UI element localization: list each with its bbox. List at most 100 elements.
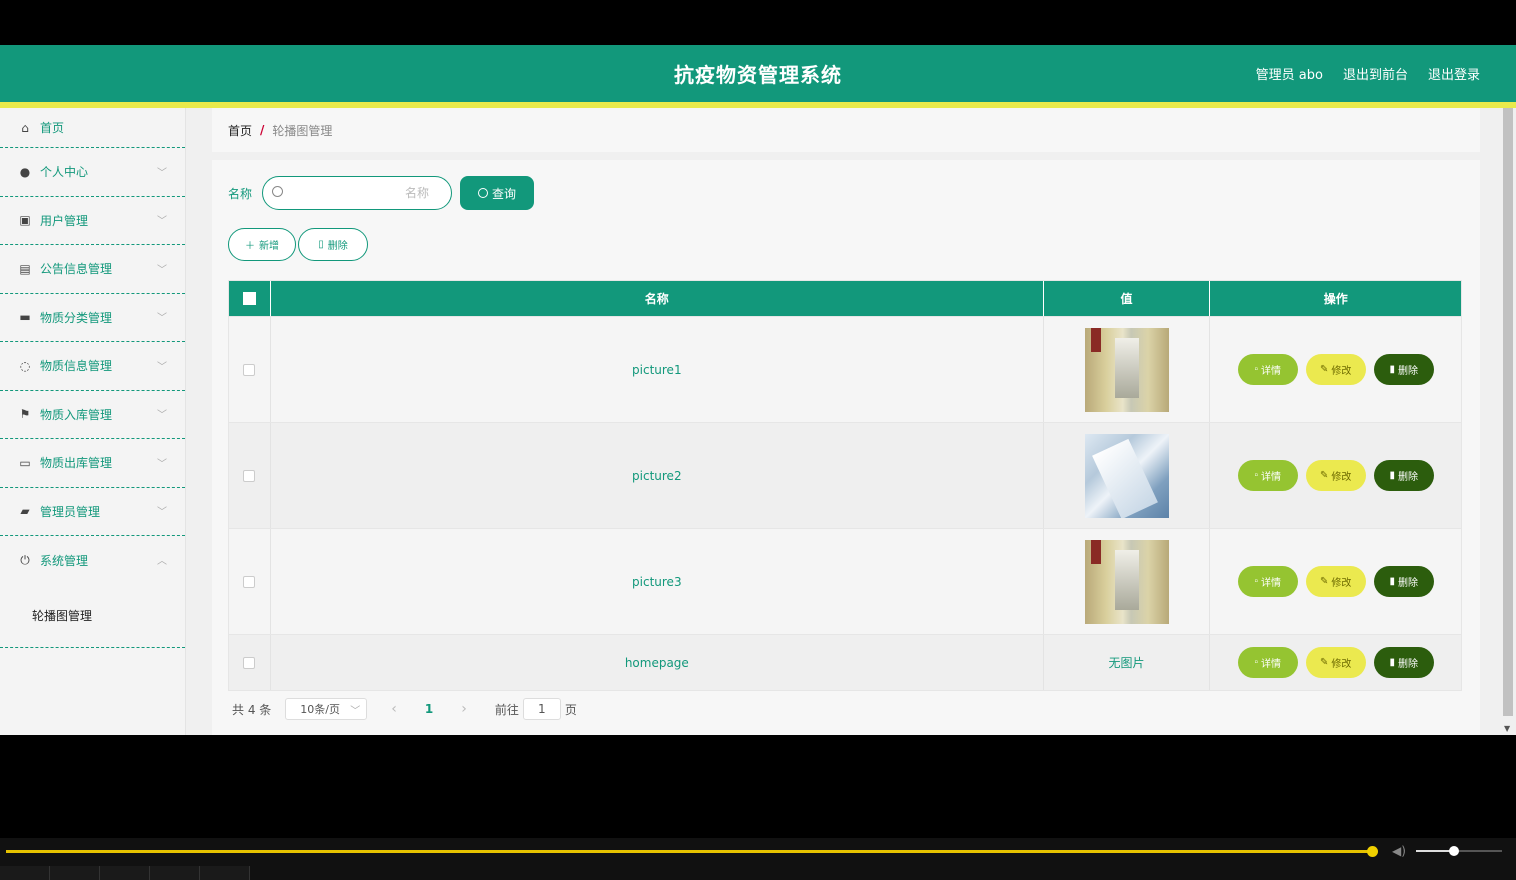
sidebar-item-admins[interactable]: ▰ 管理员管理 ﹀ (0, 488, 185, 536)
value-cell (1044, 423, 1211, 528)
sidebar-item-home[interactable]: ⌂ 首页 (0, 108, 185, 148)
query-button-label: 查询 (492, 186, 517, 201)
row-ops: ▫ 详情 ✎ 修改 ▮ 删除 (1237, 354, 1434, 385)
search-input[interactable] (289, 183, 430, 203)
next-page-icon[interactable]: › (461, 701, 467, 717)
admin-label[interactable]: 管理员 abo (1256, 64, 1323, 83)
playback-knob[interactable] (1367, 846, 1378, 857)
add-button-label: 新增 (259, 241, 279, 252)
taskbar-slot (50, 866, 100, 880)
sidebar-item-users[interactable]: ▣ 用户管理 ﹀ (0, 197, 185, 245)
page-size-select[interactable]: 10条/页 ﹀ (285, 698, 368, 720)
thumbnail-image[interactable] (1084, 539, 1169, 624)
search-row: 名称 查询 (228, 176, 535, 210)
delete-button[interactable]: ▮ 删除 (1373, 460, 1434, 491)
sidebar: ⌂ 首页 ● 个人中心 ﹀ ▣ 用户管理 ﹀ ▤ 公告信息管理 ﹀ ▬ 物质分类… (0, 108, 186, 735)
trash-icon: ▯ (318, 239, 324, 250)
detail-button[interactable]: ▫ 详情 (1237, 566, 1298, 597)
row-checkbox[interactable] (243, 656, 256, 669)
thumbnail-image[interactable] (1084, 327, 1169, 412)
globe-icon: ◌ (19, 358, 31, 373)
plus-icon: ＋ (245, 241, 255, 252)
delete-button[interactable]: ▮ 删除 (1373, 566, 1434, 597)
goto-label: 前往 (494, 702, 519, 717)
breadcrumb-home[interactable]: 首页 (228, 122, 252, 139)
sidebar-item-label: 管理员管理 (40, 504, 101, 519)
row-checkbox-cell (229, 317, 271, 422)
content-panel: 名称 查询 ＋ 新增 ▯ 删除 (212, 160, 1480, 735)
add-button[interactable]: ＋ 新增 (228, 228, 296, 261)
scrollbar-thumb[interactable] (1503, 108, 1513, 716)
query-button[interactable]: 查询 (460, 176, 535, 210)
batch-delete-button[interactable]: ▯ 删除 (298, 228, 368, 261)
delete-label: 删除 (1397, 578, 1418, 589)
home-icon: ⌂ (21, 120, 29, 135)
detail-button[interactable]: ▫ 详情 (1237, 354, 1298, 385)
sidebar-item-category[interactable]: ▬ 物质分类管理 ﹀ (0, 294, 185, 342)
page-suffix: 页 (564, 702, 577, 717)
table-row: picture2 ▫ 详情 ✎ 修改 ▮ 删除 (229, 422, 1461, 528)
chart-icon: ▣ (19, 213, 31, 228)
page-number[interactable]: 1 (425, 702, 433, 716)
prev-page-icon[interactable]: ‹ (391, 701, 397, 717)
row-ops: ▫ 详情 ✎ 修改 ▮ 删除 (1237, 460, 1434, 491)
sidebar-item-label: 物质入库管理 (40, 407, 113, 422)
vertical-scrollbar[interactable]: ▼ (1500, 108, 1516, 735)
chevron-down-icon: ﹀ (157, 216, 167, 227)
edit-label: 修改 (1331, 578, 1352, 589)
thumbnail-image[interactable] (1084, 433, 1169, 518)
detail-button[interactable]: ▫ 详情 (1237, 647, 1298, 678)
sidebar-item-profile[interactable]: ● 个人中心 ﹀ (0, 148, 185, 197)
sidebar-item-stock-out[interactable]: ▭ 物质出库管理 ﹀ (0, 439, 185, 488)
breadcrumb-separator: / (260, 123, 265, 137)
action-row: ＋ 新增 ▯ 删除 (228, 228, 368, 261)
delete-button[interactable]: ▮ 删除 (1373, 354, 1434, 385)
taskbar-slot (150, 866, 200, 880)
name-cell: picture3 (271, 529, 1044, 634)
row-checkbox[interactable] (243, 363, 256, 376)
edit-label: 修改 (1331, 659, 1352, 670)
edit-button[interactable]: ✎ 修改 (1305, 460, 1366, 491)
row-checkbox[interactable] (243, 575, 256, 588)
sidebar-item-notice[interactable]: ▤ 公告信息管理 ﹀ (0, 245, 185, 294)
row-checkbox-cell (229, 423, 271, 528)
exit-to-front-link[interactable]: 退出到前台 (1343, 64, 1408, 83)
pencil-icon: ✎ (1320, 364, 1329, 375)
table-row: picture1 ▫ 详情 ✎ 修改 ▮ 删除 (229, 316, 1461, 422)
volume-icon[interactable]: ◀) (1392, 844, 1406, 858)
sidebar-item-stock-in[interactable]: ⚑ 物质入库管理 ﹀ (0, 391, 185, 439)
select-all-checkbox[interactable] (242, 292, 256, 305)
delete-button[interactable]: ▮ 删除 (1373, 647, 1434, 678)
detail-button[interactable]: ▫ 详情 (1237, 460, 1298, 491)
edit-button[interactable]: ✎ 修改 (1305, 566, 1366, 597)
row-name: picture1 (632, 362, 682, 377)
edit-button[interactable]: ✎ 修改 (1305, 647, 1366, 678)
user-icon: ● (19, 164, 31, 179)
sidebar-item-system[interactable]: ⏻ 系统管理 ︿ (0, 536, 185, 585)
power-icon: ⏻ (20, 552, 30, 567)
sidebar-subitem-carousel[interactable]: 轮播图管理 (0, 585, 185, 648)
edit-button[interactable]: ✎ 修改 (1305, 354, 1366, 385)
edit-label: 修改 (1331, 472, 1352, 483)
delete-label: 删除 (1397, 472, 1418, 483)
logout-link[interactable]: 退出登录 (1428, 64, 1480, 83)
delete-label: 删除 (1397, 659, 1418, 670)
trash-icon: ▮ (1389, 576, 1395, 587)
volume-knob[interactable] (1449, 846, 1459, 856)
app-window: 抗疫物资管理系统 管理员 abo 退出到前台 退出登录 ⌂ 首页 ● 个人中心 … (0, 45, 1516, 735)
breadcrumb: 首页 / 轮播图管理 (212, 108, 1480, 152)
playback-progress[interactable] (6, 850, 1372, 853)
data-table: 名称 值 操作 picture1 ▫ 详情 ✎ 修改 ▮ 删除 picture2… (228, 280, 1462, 691)
goto-page-input[interactable]: 1 (522, 698, 561, 720)
scroll-down-icon[interactable]: ▼ (1504, 724, 1510, 733)
row-ops: ▫ 详情 ✎ 修改 ▮ 删除 (1237, 647, 1434, 678)
chevron-down-icon: ﹀ (157, 361, 167, 373)
clipboard-icon: ▤ (19, 261, 31, 276)
wallet-icon: ▰ (20, 504, 30, 519)
detail-label: 详情 (1260, 659, 1281, 670)
sidebar-item-material-info[interactable]: ◌ 物质信息管理 ﹀ (0, 342, 185, 391)
row-checkbox-cell (229, 529, 271, 634)
pencil-icon: ✎ (1320, 470, 1329, 481)
detail-label: 详情 (1260, 472, 1281, 483)
row-checkbox[interactable] (243, 469, 256, 482)
